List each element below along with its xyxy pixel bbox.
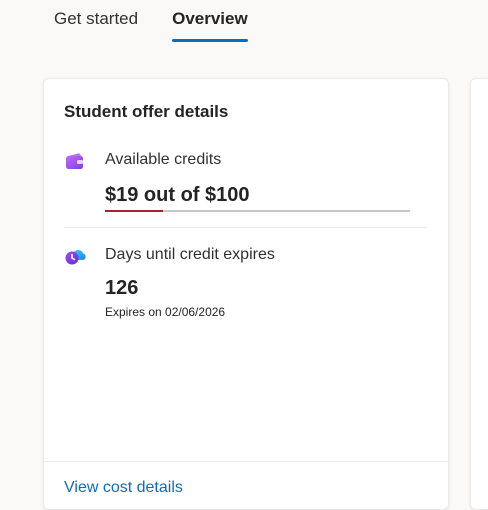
tab-get-started[interactable]: Get started <box>54 6 138 42</box>
view-cost-details-link[interactable]: View cost details <box>64 479 183 497</box>
section-divider <box>64 227 427 228</box>
tab-bar: Get started Overview <box>54 6 248 42</box>
credits-progress-fill <box>105 210 163 212</box>
adjacent-card <box>470 78 488 510</box>
days-value: 126 <box>105 277 139 299</box>
cloud-clock-icon <box>65 250 86 265</box>
footer-divider <box>44 461 448 462</box>
credits-value: $19 out of $100 <box>105 184 250 206</box>
available-credits-label: Available credits <box>105 151 222 168</box>
tab-overview[interactable]: Overview <box>172 6 248 42</box>
card-title: Student offer details <box>64 102 229 121</box>
wallet-card-icon <box>66 153 83 169</box>
credits-progress-bar <box>105 210 410 212</box>
days-until-expires-label: Days until credit expires <box>105 246 275 263</box>
student-offer-card: Student offer details Available credits … <box>43 78 449 510</box>
expires-on-text: Expires on 02/06/2026 <box>105 305 226 319</box>
